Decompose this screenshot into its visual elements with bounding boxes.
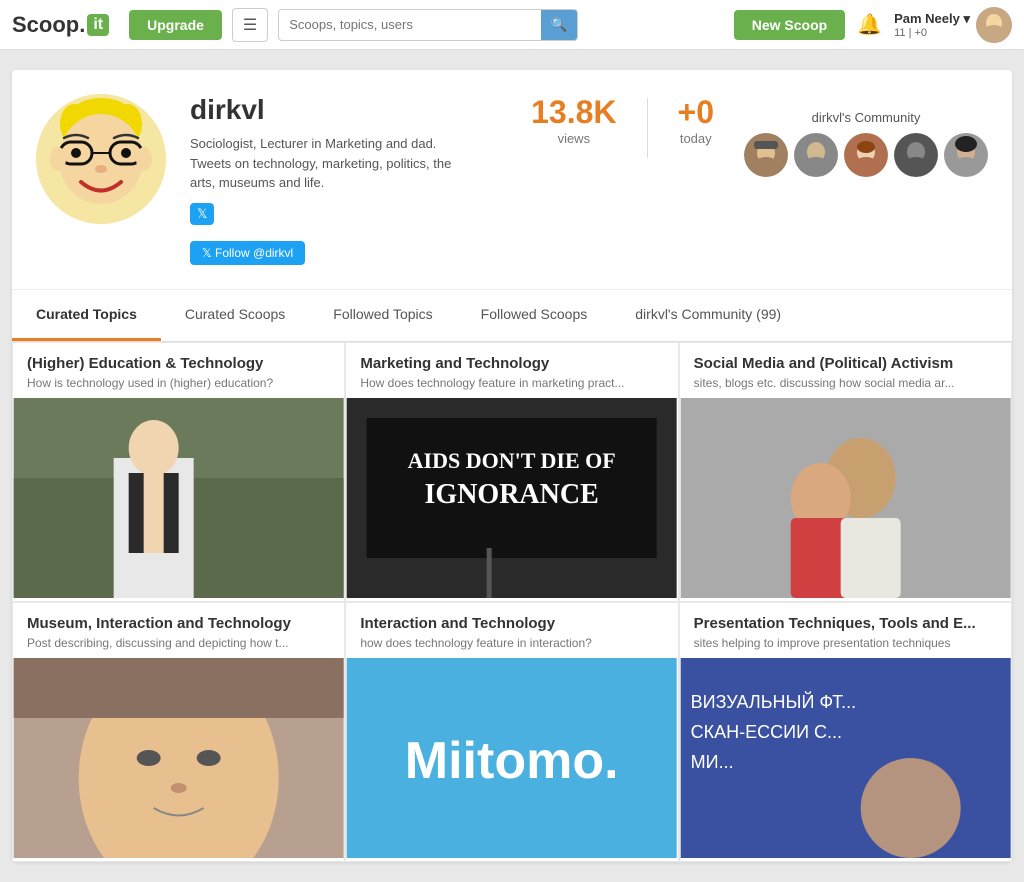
search-input[interactable] [279,10,540,39]
tab-0[interactable]: Curated Topics [12,290,161,341]
topic-image: AIDS DON'T DIE OF IGNORANCE [346,398,677,601]
profile-name: dirkvl [190,94,467,126]
views-stat: 13.8K views [531,94,616,146]
svg-text:Miitomo.: Miitomo. [405,732,619,790]
logo[interactable]: Scoop.it [12,12,109,38]
profile-avatar-image [36,94,166,224]
topics-grid: (Higher) Education & Technology How is te… [12,342,1012,862]
profile-avatar [36,94,166,224]
user-name: Pam Neely ▾ [894,11,970,27]
twitter-icon: 𝕏 [190,203,214,225]
user-count: 11 | +0 [894,27,970,39]
main-content: dirkvl Sociologist, Lecturer in Marketin… [12,70,1012,862]
header-center: Upgrade ☰ 🔍 [129,8,734,42]
community-avatar[interactable] [944,133,988,177]
upgrade-button[interactable]: Upgrade [129,10,222,40]
profile-bio: Sociologist, Lecturer in Marketing and d… [190,134,467,193]
topic-title: Marketing and Technology [360,355,663,372]
tab-1[interactable]: Curated Scoops [161,290,309,341]
community-section: dirkvl's Community [744,110,988,177]
today-number: +0 [678,94,714,131]
header-right: New Scoop 🔔 Pam Neely ▾ 11 | +0 [734,7,1012,43]
community-avatars [744,133,988,177]
today-stat: +0 today [678,94,714,146]
svg-text:AIDS DON'T DIE OF: AIDS DON'T DIE OF [408,448,616,473]
views-label: views [531,131,616,146]
topic-title: (Higher) Education & Technology [27,355,330,372]
new-scoop-button[interactable]: New Scoop [734,10,845,40]
topic-image [13,658,344,861]
topic-card[interactable]: Interaction and Technology how does techn… [346,603,677,861]
search-bar: 🔍 [278,9,578,41]
svg-text:ВИЗУАЛЬНЫЙ ФТ...: ВИЗУАЛЬНЫЙ ФТ... [690,691,855,712]
tab-2[interactable]: Followed Topics [309,290,456,341]
follow-btn-label: Follow @dirkvl [215,246,293,260]
views-number: 13.8K [531,94,616,131]
topic-image [13,398,344,601]
svg-text:СКАН-ЕССИИ С...: СКАН-ЕССИИ С... [690,722,841,742]
tab-3[interactable]: Followed Scoops [457,290,612,341]
topic-card[interactable]: Presentation Techniques, Tools and E... s… [680,603,1011,861]
topic-desc: How is technology used in (higher) educa… [27,376,330,390]
bell-icon[interactable]: 🔔 [857,12,882,37]
tabs: Curated TopicsCurated ScoopsFollowed Top… [12,290,1012,342]
topic-desc: Post describing, discussing and depictin… [27,636,330,650]
profile-info: dirkvl Sociologist, Lecturer in Marketin… [190,94,467,265]
community-avatar[interactable] [894,133,938,177]
topic-title: Museum, Interaction and Technology [27,615,330,632]
svg-text:IGNORANCE: IGNORANCE [425,479,599,510]
topic-image: ВИЗУАЛЬНЫЙ ФТ... СКАН-ЕССИИ С... МИ... [680,658,1011,861]
topic-image [680,398,1011,601]
topic-card[interactable]: Marketing and Technology How does technol… [346,343,677,601]
topic-card[interactable]: Social Media and (Political) Activism sit… [680,343,1011,601]
user-info[interactable]: Pam Neely ▾ 11 | +0 [894,7,1012,43]
svg-text:МИ...: МИ... [690,752,733,772]
topic-title: Presentation Techniques, Tools and E... [694,615,997,632]
menu-icon-button[interactable]: ☰ [232,8,268,42]
profile-stats: 13.8K views +0 today dirkvl's Community [491,94,988,265]
twitter-bird-icon: 𝕏 [202,246,215,260]
stats-divider [647,98,648,158]
tab-4[interactable]: dirkvl's Community (99) [611,290,805,341]
topic-image: Miitomo. [346,658,677,861]
today-label: today [678,131,714,146]
logo-it-text: it [87,14,109,36]
community-title: dirkvl's Community [744,110,988,125]
topic-desc: sites, blogs etc. discussing how social … [694,376,997,390]
topic-card[interactable]: (Higher) Education & Technology How is te… [13,343,344,601]
topic-title: Interaction and Technology [360,615,663,632]
user-avatar-image [976,7,1012,43]
topic-title: Social Media and (Political) Activism [694,355,997,372]
twitter-follow-button[interactable]: 𝕏 Follow @dirkvl [190,241,305,265]
user-avatar [976,7,1012,43]
community-avatar[interactable] [794,133,838,177]
community-avatar[interactable] [744,133,788,177]
header: Scoop.it Upgrade ☰ 🔍 New Scoop 🔔 Pam Nee… [0,0,1024,50]
topic-desc: How does technology feature in marketing… [360,376,663,390]
topic-desc: sites helping to improve presentation te… [694,636,997,650]
community-avatar[interactable] [844,133,888,177]
logo-scoop-text: Scoop. [12,12,85,38]
profile-section: dirkvl Sociologist, Lecturer in Marketin… [12,70,1012,290]
topic-card[interactable]: Museum, Interaction and Technology Post d… [13,603,344,861]
topic-desc: how does technology feature in interacti… [360,636,663,650]
search-button[interactable]: 🔍 [541,10,578,40]
search-icon: 🔍 [551,17,568,32]
